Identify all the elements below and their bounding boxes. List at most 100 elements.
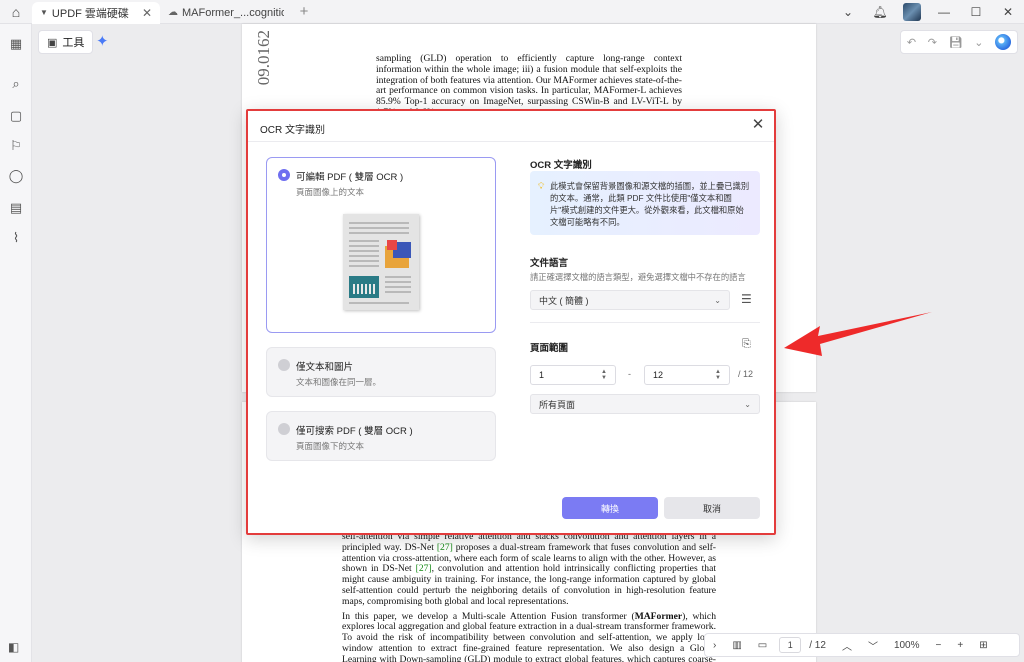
home-icon[interactable]: ⌂ <box>0 0 32 24</box>
left-sidebar: ▦ ⌕ ▢ ⚐ ◯ ▤ ⌇ <box>0 24 32 662</box>
undo-icon[interactable]: ↶ <box>907 36 916 49</box>
previous-page-icon[interactable]: ︿ <box>834 638 860 653</box>
divider <box>530 322 760 323</box>
cloud-icon: ☁ <box>168 7 178 18</box>
reading-mode-icon[interactable]: ▥ <box>724 640 749 651</box>
option-searchable-pdf[interactable]: 僅可搜索 PDF ( 雙層 OCR ) 頁面圖像下的文本 <box>266 411 496 461</box>
paragraph: In this paper, we develop a Multi-scale … <box>342 610 716 662</box>
option-subtitle: 頁面圖像下的文本 <box>296 441 365 451</box>
option-title: 可編輯 PDF ( 雙層 OCR ) <box>296 172 404 183</box>
pages-value: 所有頁面 <box>539 399 576 410</box>
cancel-button[interactable]: 取消 <box>664 497 760 519</box>
pages-select[interactable]: 所有頁面 ⌄ <box>530 394 760 414</box>
tab-maformer[interactable]: ☁ MAFormer_...cognition <box>160 2 292 24</box>
document-preview-image <box>343 214 419 310</box>
close-icon[interactable]: ✕ <box>750 117 766 133</box>
red-arrow-annotation <box>784 312 932 356</box>
text-run: In this paper, we develop a Multi-scale … <box>342 610 635 622</box>
citation-link[interactable]: [27] <box>416 563 432 574</box>
sidebar-collapse-icon[interactable]: ◧ <box>8 640 19 654</box>
info-text: 此模式會保留背景圖像和源文檔的插圖，並上疊已識別的文本。通常，此類 PDF 文件… <box>550 181 750 227</box>
chevron-right-icon[interactable]: › <box>705 640 724 651</box>
tools-label: 工具 <box>62 37 85 49</box>
title-bar: ⌂ ▼ UPDF 雲端硬碟 ✕ ☁ MAFormer_...cognition … <box>0 0 1024 24</box>
zoom-level[interactable]: 100% <box>886 640 928 651</box>
thumbnails-icon[interactable]: ▦ <box>8 36 24 52</box>
chevron-down-icon[interactable]: ⌄ <box>974 36 983 49</box>
lightbulb-icon: 💡︎ <box>538 181 545 191</box>
chevron-down-icon[interactable]: ⌄ <box>832 5 864 19</box>
status-bar: › ▥ ▭ 1 / 12 ︿ ﹀ 100% − + ⊞ <box>704 633 1020 657</box>
page-text: self-attention via simple relative atten… <box>342 531 716 662</box>
convert-button[interactable]: 轉換 <box>562 497 658 519</box>
window-close-icon[interactable]: ✕ <box>992 5 1024 19</box>
option-subtitle: 文本和圖像在同一層。 <box>296 377 382 387</box>
chevron-down-icon: ⌄ <box>744 399 751 409</box>
paragraph: self-attention via simple relative atten… <box>342 531 716 608</box>
range-dash: - <box>628 369 631 379</box>
tab-close-icon[interactable]: ✕ <box>142 6 152 20</box>
radio-unselected[interactable] <box>278 359 290 371</box>
section-title-ocr: OCR 文字識別 <box>530 160 592 171</box>
language-hint: 請正確選擇文檔的語言類型，避免選擇文檔中不存在的語言 <box>530 272 746 282</box>
section-title-language: 文件語言 <box>530 258 569 269</box>
window-controls: ⌄ 🔔︎ — ☐ ✕ <box>832 0 1024 24</box>
tab-dropdown-icon[interactable]: ▼ <box>40 8 48 17</box>
history-toolbar: ↶ ↷ 💾︎ ⌄ <box>900 30 1018 54</box>
settings-sliders-icon[interactable]: ☰ <box>741 292 752 306</box>
stepper-arrows-icon[interactable]: ▲ ▼ <box>715 369 721 381</box>
divider <box>248 141 774 142</box>
info-box: 💡︎ 此模式會保留背景圖像和源文檔的插圖，並上疊已識別的文本。通常，此類 PDF… <box>530 171 760 235</box>
save-icon[interactable]: 💾︎ <box>949 36 963 49</box>
zoom-in-icon[interactable]: + <box>949 640 971 651</box>
stepper-arrows-icon[interactable]: ▲ ▼ <box>601 369 607 381</box>
ai-assistant-icon[interactable]: ✦ <box>96 32 109 50</box>
tools-button[interactable]: ▣ 工具 <box>38 30 94 54</box>
option-editable-pdf[interactable]: 可編輯 PDF ( 雙層 OCR ) 頁面圖像上的文本 <box>266 157 496 333</box>
option-text-and-images[interactable]: 僅文本和圖片 文本和圖像在同一層。 <box>266 347 496 397</box>
avatar[interactable] <box>903 3 921 21</box>
text-run-bold: MAFormer <box>634 610 683 622</box>
citation-link[interactable]: [27] <box>437 542 453 553</box>
option-title: 僅文本和圖片 <box>296 362 354 373</box>
ocr-dialog: OCR 文字識別 ✕ 可編輯 PDF ( 雙層 OCR ) 頁面圖像上的文本 僅 <box>246 109 776 535</box>
section-title-page-range: 頁面範圍 <box>530 343 569 354</box>
page-from-value: 1 <box>539 370 545 380</box>
next-page-icon[interactable]: ﹀ <box>860 638 886 653</box>
bookmark-icon[interactable]: ⚐ <box>8 138 24 154</box>
comment-icon[interactable]: ◯ <box>8 168 24 184</box>
option-subtitle: 頁面圖像上的文本 <box>296 187 365 197</box>
toolbox-icon: ▣ <box>47 36 58 49</box>
page-layout-icon[interactable]: ⊞ <box>971 640 995 651</box>
chevron-down-icon: ⌄ <box>714 295 721 305</box>
bell-icon[interactable]: 🔔︎ <box>864 5 896 19</box>
stamp-icon[interactable]: ▤ <box>8 200 24 216</box>
page-range-icon[interactable]: ⎘ <box>742 338 751 351</box>
page-total-label: / 12 <box>809 639 826 651</box>
tab-label: UPDF 雲端硬碟 <box>51 7 129 20</box>
arxiv-id: 09.0162 <box>254 30 273 86</box>
radio-unselected[interactable] <box>278 423 290 435</box>
tab-label: MAFormer_...cognition <box>182 6 284 19</box>
presentation-icon[interactable]: ▭ <box>750 640 775 651</box>
page-total: / 12 <box>738 369 754 379</box>
attachment-icon[interactable]: ⌇ <box>8 230 24 246</box>
tab-cloud-drive[interactable]: ▼ UPDF 雲端硬碟 ✕ <box>32 1 160 24</box>
search-icon[interactable]: ⌕ <box>8 76 24 92</box>
new-tab-button[interactable]: + <box>292 3 316 20</box>
page-to-value: 12 <box>653 370 664 380</box>
dialog-title: OCR 文字識別 <box>260 125 325 136</box>
page-to-stepper[interactable]: 12 ▲ ▼ <box>644 365 730 385</box>
language-select[interactable]: 中文 ( 簡體 ) ⌄ <box>530 290 730 310</box>
page-from-stepper[interactable]: 1 ▲ ▼ <box>530 365 616 385</box>
radio-selected[interactable] <box>278 169 290 181</box>
updf-ai-icon[interactable] <box>995 34 1012 50</box>
language-value: 中文 ( 簡體 ) <box>539 295 589 306</box>
maximize-icon[interactable]: ☐ <box>960 5 992 19</box>
page-number-input[interactable]: 1 <box>779 637 802 653</box>
minimize-icon[interactable]: — <box>928 5 960 19</box>
zoom-out-icon[interactable]: − <box>928 640 950 651</box>
option-title: 僅可搜索 PDF ( 雙層 OCR ) <box>296 426 413 437</box>
pages-icon[interactable]: ▢ <box>8 108 24 124</box>
redo-icon[interactable]: ↷ <box>928 36 937 49</box>
